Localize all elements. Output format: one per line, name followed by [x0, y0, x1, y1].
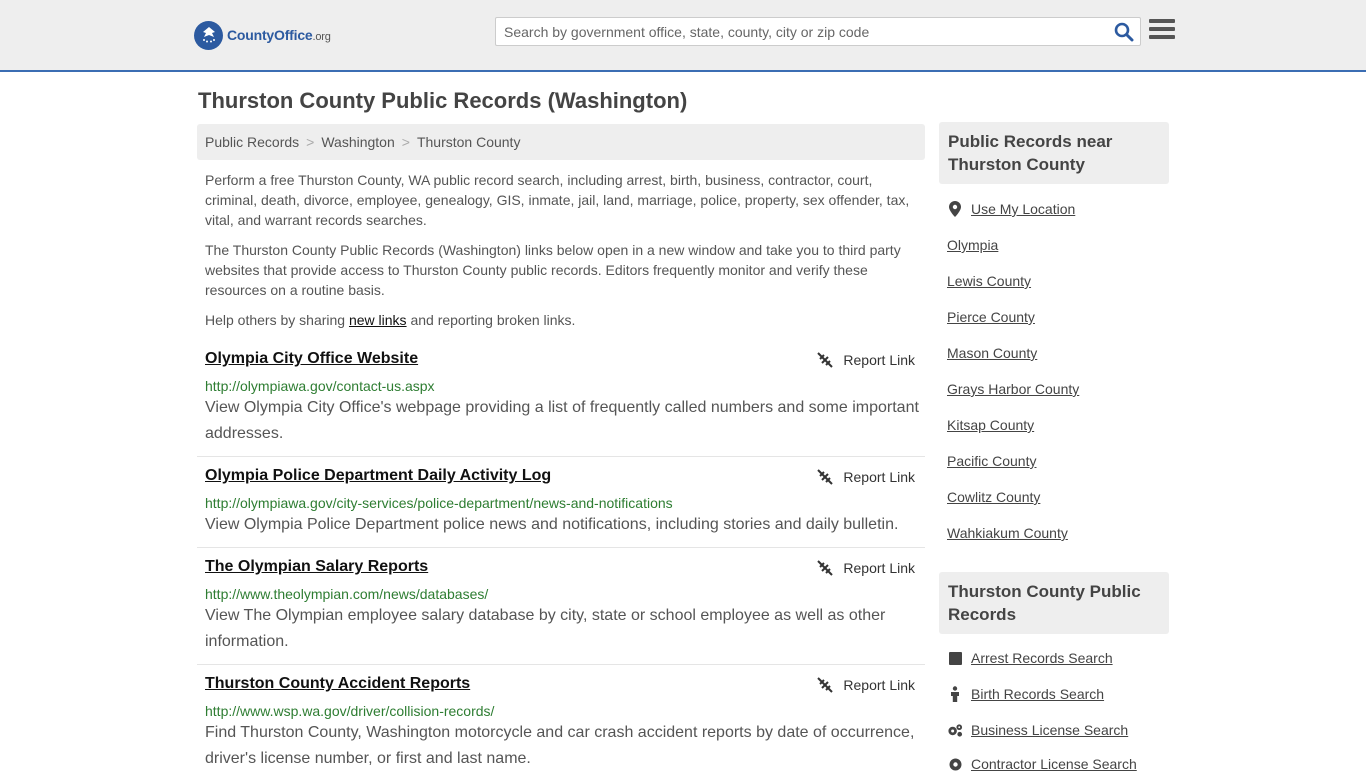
site-header: CountyOffice.org	[0, 0, 1366, 72]
square-icon	[947, 650, 963, 666]
breadcrumb: Public Records > Washington > Thurston Count…	[197, 124, 925, 160]
record-item: Thurston County Accident Reports Report …	[197, 675, 925, 768]
report-link-button[interactable]: Report Link	[817, 469, 915, 485]
nearby-link-label: Grays Harbor County	[947, 381, 1080, 397]
record-title-link[interactable]: Olympia City Office Website	[205, 350, 418, 368]
report-link-label: Report Link	[843, 677, 915, 693]
arrest-records-search-link[interactable]: Arrest Records Search	[947, 650, 1113, 666]
nearby-link-pierce-county[interactable]: Pierce County	[947, 309, 1035, 325]
contractor-license-search-link[interactable]: Contractor License Search	[947, 756, 1137, 772]
help-text-before: Help others by sharing	[205, 312, 349, 328]
gear-icon	[947, 756, 963, 772]
report-link-label: Report Link	[843, 352, 915, 368]
link-label: Contractor License Search	[971, 756, 1137, 772]
logo-text: CountyOffice.org	[227, 27, 331, 43]
nearby-link-grays-harbor-county[interactable]: Grays Harbor County	[947, 381, 1079, 397]
record-item: The Olympian Salary Reports Report Link …	[197, 558, 925, 665]
broken-link-icon	[817, 352, 834, 368]
breadcrumb-public-records[interactable]: Public Records	[205, 134, 299, 150]
nearby-link-mason-county[interactable]: Mason County	[947, 345, 1037, 361]
record-description: View Olympia Police Department police ne…	[205, 516, 899, 533]
intro-paragraph-1: Perform a free Thurston County, WA publi…	[205, 172, 910, 228]
broken-link-icon	[817, 469, 834, 485]
nearby-link-label: Lewis County	[947, 273, 1032, 289]
broken-link-icon	[817, 677, 834, 693]
nearby-link-olympia[interactable]: Olympia	[947, 237, 998, 253]
nearby-link-label: Olympia	[947, 237, 999, 253]
search-box	[495, 17, 1141, 46]
record-description: Find Thurston County, Washington motorcy…	[205, 724, 915, 767]
page-title: Thurston County Public Records (Washingt…	[198, 88, 688, 113]
link-label: Business License Search	[971, 722, 1129, 738]
search-input[interactable]	[496, 18, 1106, 45]
logo-tld: .org	[312, 31, 331, 43]
map-marker-icon	[947, 201, 963, 217]
breadcrumb-washington[interactable]: Washington	[321, 134, 394, 150]
birth-records-search-link[interactable]: Birth Records Search	[947, 686, 1104, 702]
logo-seal-icon	[194, 20, 223, 50]
record-title-link[interactable]: Olympia Police Department Daily Activity…	[205, 467, 551, 485]
nearby-link-label: Pierce County	[947, 309, 1035, 325]
business-license-search-link[interactable]: Business License Search	[947, 722, 1128, 738]
record-url: http://olympiawa.gov/city-services/polic…	[205, 495, 673, 511]
search-button[interactable]	[1114, 22, 1134, 42]
use-my-location-link[interactable]: Use My Location	[947, 201, 1075, 217]
help-text-after: and reporting broken links.	[406, 312, 576, 328]
gears-icon	[947, 722, 963, 738]
link-label: Arrest Records Search	[971, 650, 1113, 666]
breadcrumb-separator: >	[306, 134, 315, 150]
nearby-link-label: Pacific County	[947, 453, 1037, 469]
nearby-link-label: Kitsap County	[947, 417, 1035, 433]
report-link-button[interactable]: Report Link	[817, 560, 915, 576]
nearby-link-wahkiakum-county[interactable]: Wahkiakum County	[947, 525, 1068, 541]
report-link-label: Report Link	[843, 560, 915, 576]
help-text: Help others by sharing new links and rep…	[205, 310, 917, 330]
record-url: http://www.theolympian.com/news/database…	[205, 586, 489, 602]
intro-paragraph-2: The Thurston County Public Records (Wash…	[205, 242, 901, 298]
person-icon	[947, 686, 963, 702]
new-links-link[interactable]: new links	[349, 312, 407, 328]
nearby-records-heading: Public Records near Thurston County	[939, 122, 1169, 184]
record-description: View The Olympian employee salary databa…	[205, 607, 886, 650]
record-title-link[interactable]: The Olympian Salary Reports	[205, 558, 428, 576]
use-my-location-label: Use My Location	[971, 201, 1076, 217]
nearby-link-label: Mason County	[947, 345, 1038, 361]
broken-link-icon	[817, 560, 834, 576]
nearby-link-label: Cowlitz County	[947, 489, 1041, 505]
nearby-link-lewis-county[interactable]: Lewis County	[947, 273, 1031, 289]
record-item: Olympia Police Department Daily Activity…	[197, 467, 925, 548]
record-description: View Olympia City Office's webpage provi…	[205, 399, 919, 442]
report-link-label: Report Link	[843, 469, 915, 485]
record-title-link[interactable]: Thurston County Accident Reports	[205, 675, 470, 693]
search-icon	[1114, 22, 1134, 42]
nearby-link-label: Wahkiakum County	[947, 525, 1068, 541]
report-link-button[interactable]: Report Link	[817, 352, 915, 368]
hamburger-menu-icon[interactable]	[1149, 19, 1175, 41]
logo-brand: CountyOffice	[227, 27, 313, 43]
nearby-link-pacific-county[interactable]: Pacific County	[947, 453, 1036, 469]
link-label: Birth Records Search	[971, 686, 1105, 702]
record-url: http://olympiawa.gov/contact-us.aspx	[205, 378, 435, 394]
record-url: http://www.wsp.wa.gov/driver/collision-r…	[205, 703, 495, 719]
nearby-link-kitsap-county[interactable]: Kitsap County	[947, 417, 1034, 433]
breadcrumb-separator: >	[401, 134, 410, 150]
record-item: Olympia City Office Website Report Link …	[197, 350, 925, 457]
nearby-link-cowlitz-county[interactable]: Cowlitz County	[947, 489, 1040, 505]
breadcrumb-thurston-county[interactable]: Thurston County	[417, 134, 521, 150]
site-logo[interactable]: CountyOffice.org	[194, 20, 331, 50]
report-link-button[interactable]: Report Link	[817, 677, 915, 693]
county-records-heading: Thurston County Public Records	[939, 572, 1169, 634]
